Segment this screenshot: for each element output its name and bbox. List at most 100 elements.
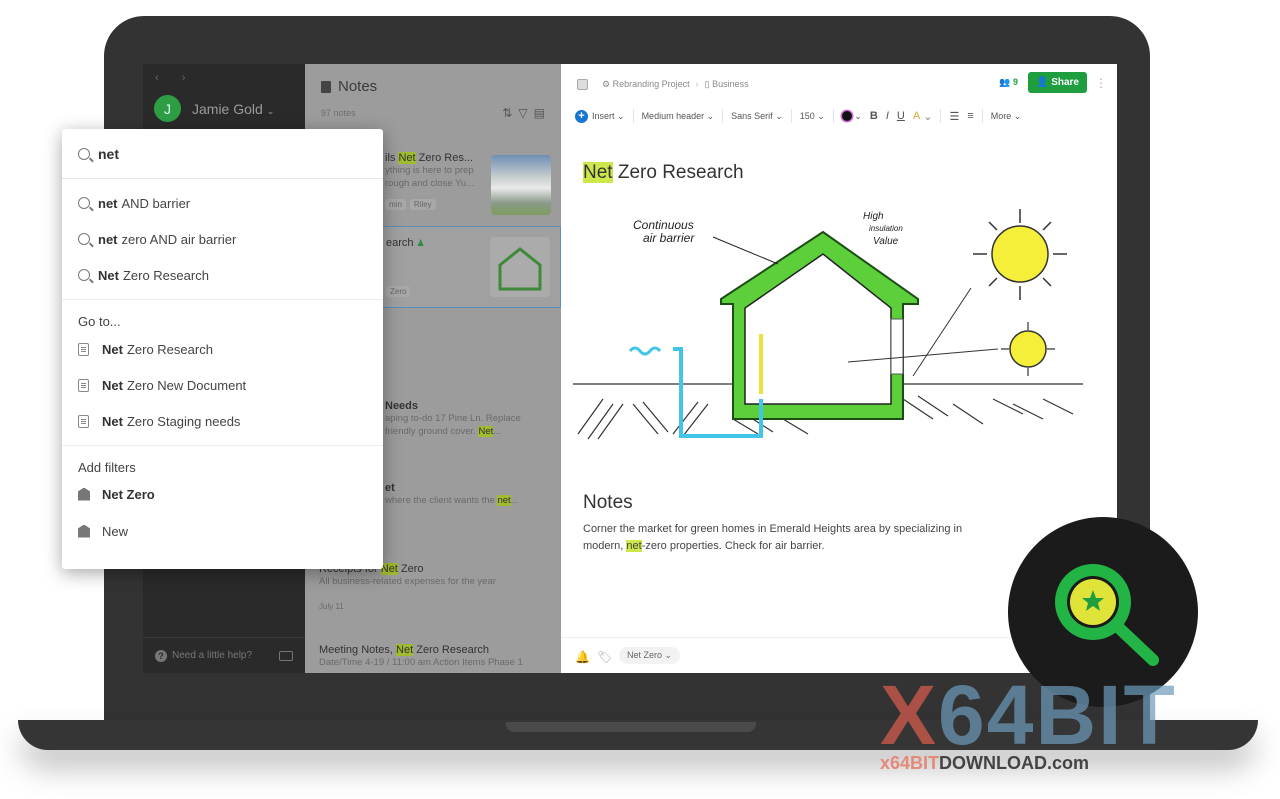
highlight-button[interactable]: A ⌄ bbox=[913, 110, 933, 123]
tag-pill[interactable]: Net Zero ⌄ bbox=[619, 647, 681, 664]
watermark-x: X bbox=[880, 668, 939, 762]
keyboard-icon[interactable] bbox=[279, 650, 293, 661]
note-icon bbox=[78, 342, 89, 356]
sort-icon[interactable]: ⇅ bbox=[502, 106, 518, 120]
note-snippet: where the client wants the net... bbox=[385, 494, 547, 507]
toolbar-divider bbox=[981, 109, 983, 123]
goto-note-item[interactable]: Net Zero Staging needs bbox=[62, 403, 383, 439]
sketch-label-air-barrier: Continuous bbox=[633, 218, 694, 232]
toolbar-divider bbox=[790, 109, 792, 123]
tag-label: Net Zero bbox=[627, 650, 663, 660]
insert-button[interactable]: + Insert ⌄ bbox=[575, 109, 625, 123]
toolbar-divider bbox=[832, 109, 834, 123]
add-tag-icon[interactable]: 🏷 bbox=[597, 650, 612, 664]
breadcrumb-space[interactable]: Rebranding Project bbox=[613, 79, 690, 89]
note-title: Needs bbox=[385, 400, 419, 412]
topbar-actions: 👥 9 👤 Share ⋮ bbox=[999, 72, 1107, 93]
search-suggestions: net AND barrier net zero AND air barrier N… bbox=[62, 179, 383, 300]
breadcrumb: ⚙ Rebranding Project › ▯ Business bbox=[602, 79, 749, 90]
note-title: Meeting Notes, Net Zero Research bbox=[319, 644, 547, 656]
filter-tag-item[interactable]: Net Zero bbox=[62, 477, 383, 511]
watermark-logo: X64BIT bbox=[880, 673, 1177, 757]
note-title[interactable]: Net Zero Research bbox=[583, 162, 744, 184]
text-color-dropdown[interactable]: ⌄ bbox=[841, 111, 862, 122]
expand-icon[interactable] bbox=[577, 78, 588, 90]
font-dropdown[interactable]: Sans Serif ⌄ bbox=[731, 111, 783, 122]
search-highlight: Net bbox=[398, 152, 416, 164]
match-text: Net bbox=[102, 341, 123, 357]
search-field bbox=[62, 129, 383, 179]
more-dropdown[interactable]: More ⌄ bbox=[991, 111, 1022, 122]
note-date: July 11 bbox=[319, 602, 344, 611]
paragraph-style-dropdown[interactable]: Medium header ⌄ bbox=[642, 111, 715, 122]
view-options-icon[interactable]: ▤ bbox=[534, 106, 551, 120]
note-name: Zero Staging needs bbox=[126, 413, 241, 429]
search-input[interactable] bbox=[98, 145, 338, 162]
more-label: More bbox=[990, 111, 1012, 121]
sketch-label-air-barrier-2: air barrier bbox=[643, 231, 695, 245]
search-suggestion[interactable]: net AND barrier bbox=[62, 185, 383, 221]
notes-heading: Notes bbox=[583, 492, 633, 513]
tag-icon bbox=[78, 487, 90, 501]
user-name-text: Jamie Gold bbox=[192, 100, 263, 117]
list-item[interactable]: Meeting Notes, Net Zero Research Date/Ti… bbox=[305, 644, 561, 673]
font-size-dropdown[interactable]: 150 ⌄ bbox=[800, 111, 825, 122]
bold-button[interactable]: B bbox=[870, 110, 878, 122]
help-link[interactable]: ? Need a little help? bbox=[143, 637, 305, 673]
sketch-label-insulation: High bbox=[863, 211, 884, 222]
italic-button[interactable]: I bbox=[886, 110, 889, 122]
underline-button[interactable]: U bbox=[897, 110, 905, 122]
note-title-part: ils bbox=[385, 152, 399, 164]
label-leader-line bbox=[712, 236, 779, 265]
filter-label: Net Zero bbox=[102, 486, 155, 502]
highlight-icon: A bbox=[912, 110, 921, 122]
note-list-tools: ⇅▽▤ bbox=[502, 106, 551, 120]
search-highlight: net bbox=[497, 495, 511, 506]
note-snippet-text: ... bbox=[493, 426, 502, 437]
note-snippet: All business-related expenses for the ye… bbox=[319, 576, 496, 587]
numbered-list-icon[interactable]: ≡ bbox=[967, 110, 973, 122]
filter-tag-item[interactable]: New bbox=[62, 511, 383, 551]
search-icon bbox=[78, 147, 90, 160]
avatar: J bbox=[154, 95, 181, 122]
search-icon bbox=[78, 269, 90, 281]
goto-note-item[interactable]: Net Zero Research bbox=[62, 331, 383, 367]
more-options-icon[interactable]: ⋮ bbox=[1095, 76, 1107, 90]
reminder-icon[interactable]: 🔔 bbox=[575, 650, 590, 664]
goto-note-item[interactable]: Net Zero New Document bbox=[62, 367, 383, 403]
user-name: Jamie Gold ⌄ bbox=[192, 101, 274, 117]
search-highlight: Net bbox=[396, 644, 414, 656]
house-sketch-image: Continuous air barrier High insulation V… bbox=[573, 209, 1083, 440]
search-suggestion[interactable]: net zero AND air barrier bbox=[62, 221, 383, 257]
note-title: et bbox=[385, 482, 395, 494]
notes-body[interactable]: Corner the market for green homes in Eme… bbox=[583, 521, 983, 555]
color-swatch-icon bbox=[841, 111, 852, 121]
tag-chip: min bbox=[385, 199, 406, 210]
house-insulation bbox=[720, 230, 919, 420]
note-icon bbox=[78, 414, 89, 428]
filter-icon[interactable]: ▽ bbox=[518, 106, 533, 120]
note-title-text: Zero Research bbox=[612, 162, 744, 183]
breadcrumb-notebook[interactable]: Business bbox=[712, 79, 749, 89]
sketch-label-insulation-2: insulation bbox=[869, 224, 903, 233]
space-icon: ⚙ bbox=[602, 78, 613, 89]
share-button[interactable]: 👤 Share bbox=[1027, 72, 1087, 93]
account-switcher[interactable]: J Jamie Gold ⌄ bbox=[154, 95, 274, 122]
toolbar-divider bbox=[722, 109, 724, 123]
bullet-list-icon[interactable]: ☰ bbox=[949, 110, 959, 123]
list-item[interactable]: Receipts for Net Zero All business-relat… bbox=[305, 563, 561, 623]
goto-section: Go to... Net Zero Research Net Zero New Do… bbox=[62, 300, 383, 446]
match-text: net bbox=[98, 231, 118, 247]
tag-icon bbox=[78, 524, 90, 538]
match-text: net bbox=[98, 195, 118, 211]
search-highlight: Net bbox=[380, 563, 398, 575]
history-nav-arrows[interactable]: ‹ › bbox=[155, 72, 195, 84]
search-suggestion[interactable]: Net Zero Research bbox=[62, 257, 383, 293]
toolbar-divider bbox=[940, 109, 942, 123]
match-text: Net bbox=[102, 377, 123, 393]
watermark-64bit: 64BIT bbox=[938, 668, 1177, 762]
members-button[interactable]: 👥 9 bbox=[999, 77, 1018, 88]
share-label: Share bbox=[1051, 77, 1079, 88]
people-icon: 👥 bbox=[999, 77, 1011, 87]
suggestion-text: AND barrier bbox=[121, 195, 191, 211]
